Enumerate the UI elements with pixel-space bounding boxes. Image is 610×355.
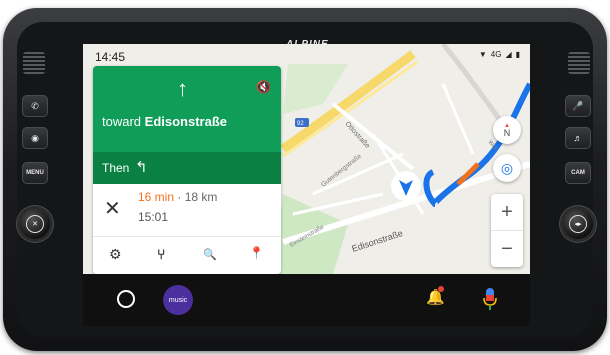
route-options-icon[interactable]: ⑂ [157, 246, 165, 262]
eta-line: 16 min · 18 km [138, 190, 217, 204]
eta-panel: ✕ 16 min · 18 km 15:01 [93, 184, 281, 236]
left-volume-knob[interactable]: ✕ [20, 209, 50, 239]
then-label: Then [102, 161, 130, 175]
signal-icon: ◢ [505, 50, 512, 59]
volume-off-icon[interactable]: 🔇 [256, 80, 271, 94]
map-label-highway: 92 [297, 121, 304, 127]
phone-button[interactable]: ✆ [22, 95, 48, 117]
my-location-icon: ◎ [500, 159, 514, 176]
status-time: 14:45 [95, 50, 126, 64]
network-label: 4G [490, 50, 502, 59]
display-screen: 92 Ottostraße Edisonstraße Gutenbergstra… [83, 44, 530, 326]
compass-letter: N [503, 127, 511, 138]
eta-distance: 18 km [184, 190, 218, 204]
status-icons: ▼ 4G ◢ ▮ [479, 50, 520, 59]
settings-icon[interactable]: ⚙ [109, 246, 122, 263]
menu-button[interactable]: MENU [22, 162, 48, 184]
eta-separator: · [177, 190, 182, 204]
next-maneuver-panel: Then ↰ [93, 152, 281, 184]
home-button[interactable] [117, 290, 135, 308]
notification-badge [438, 286, 444, 292]
mute-icon: ✕ [26, 215, 44, 233]
battery-icon: ▮ [515, 50, 520, 59]
voice-mic-icon[interactable] [482, 286, 498, 312]
eta-minutes: 16 min [138, 190, 175, 204]
compass-button[interactable]: ▲ N [493, 116, 521, 144]
cam-button[interactable]: CAM [565, 162, 591, 184]
turn-left-icon: ↰ [135, 159, 148, 176]
close-icon[interactable]: ✕ [104, 196, 121, 221]
right-speaker-grille [568, 52, 590, 74]
recenter-button[interactable]: ◎ [493, 154, 521, 182]
search-icon[interactable]: 🔍 [203, 248, 217, 261]
seek-icon: ◂▸ [569, 215, 587, 233]
amazon-music-app[interactable]: music [163, 285, 193, 315]
voice-button[interactable]: 🎤 [565, 95, 591, 117]
arrow-up-icon: ↑ [177, 76, 188, 101]
nav-action-bar: ⚙ ⑂ 🔍 📍 [93, 236, 281, 274]
left-speaker-grille [23, 52, 45, 74]
maneuver-panel[interactable]: ↑ 🔇 toward Edisonstraße [93, 66, 281, 152]
place-pin-icon[interactable]: 📍 [249, 246, 264, 260]
music-button[interactable]: ♬ [565, 127, 591, 149]
zoom-in-button[interactable]: + [491, 194, 523, 231]
app-dock: music 🔔 [83, 274, 530, 326]
street-name: Edisonstraße [144, 114, 228, 129]
status-bar: 14:45 ▼ 4G ◢ ▮ [83, 44, 530, 64]
toward-prefix: toward [102, 114, 142, 129]
zoom-controls: + − [491, 194, 523, 267]
arrival-time: 15:01 [138, 210, 169, 224]
toward-text: toward Edisonstraße [102, 114, 227, 129]
right-tune-knob[interactable]: ◂▸ [563, 209, 593, 239]
navigation-card: ↑ 🔇 toward Edisonstraße Then ↰ ✕ 16 min … [93, 66, 281, 274]
wifi-icon: ▼ [478, 50, 487, 59]
power-ring-button[interactable]: ◉ [22, 127, 48, 149]
zoom-out-button[interactable]: − [491, 231, 523, 267]
